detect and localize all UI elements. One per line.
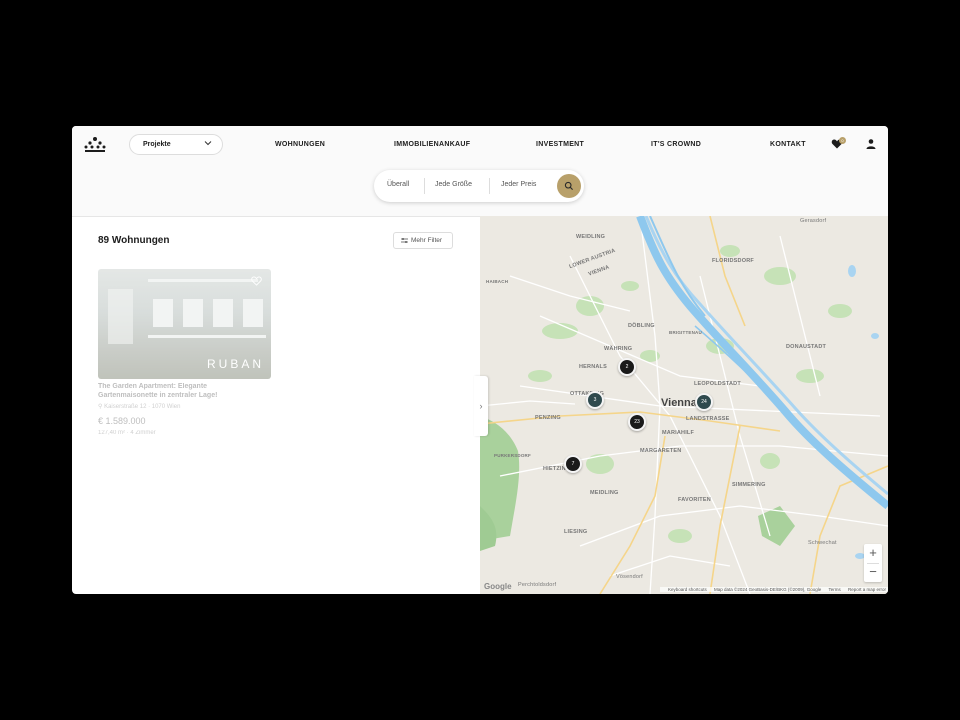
map-label-gerasdorf: Gerasdorf bbox=[800, 218, 827, 224]
nav-kontakt[interactable]: KONTAKT bbox=[770, 141, 806, 148]
results-count: 89 Wohnungen bbox=[98, 235, 170, 246]
size-field[interactable]: Jede Größe bbox=[435, 181, 472, 188]
map-cluster-marker[interactable]: 3 bbox=[586, 391, 604, 409]
search-bar: Überall Jede Größe Jeder Preis bbox=[374, 170, 584, 202]
terms-link[interactable]: Terms bbox=[828, 587, 840, 592]
map-label-hernals: HERNALS bbox=[579, 364, 607, 370]
projects-dropdown[interactable]: Projekte bbox=[129, 134, 223, 155]
zoom-in-button[interactable]: + bbox=[864, 544, 882, 562]
listing-title[interactable]: The Garden Apartment: Elegante Gartenmai… bbox=[98, 382, 258, 400]
map-label-doebling: DÖBLING bbox=[628, 323, 655, 329]
price-field[interactable]: Jeder Preis bbox=[501, 181, 536, 188]
report-map-error-link[interactable]: Report a map error bbox=[848, 587, 886, 592]
collapse-map-button[interactable]: › bbox=[474, 376, 488, 436]
map-label-margareten: MARGARETEN bbox=[640, 448, 682, 454]
listing-address-text: Kaiserstraße 12 · 1070 Wien bbox=[104, 404, 181, 410]
map-label-liesing: LIESING bbox=[564, 529, 588, 535]
projects-dropdown-label: Projekte bbox=[143, 141, 171, 148]
map-cluster-marker[interactable]: 2 bbox=[618, 358, 636, 376]
favorites-count-badge: 0 bbox=[839, 137, 846, 144]
map-label-perchtoldsdorf: Perchtoldsdorf bbox=[518, 582, 557, 588]
google-logo: Google bbox=[484, 582, 512, 591]
more-filters-button[interactable]: Mehr Filter bbox=[393, 232, 453, 249]
location-field[interactable]: Überall bbox=[387, 181, 409, 188]
map-label-floridsdorf: FLORIDSDORF bbox=[712, 258, 754, 264]
map-data-text: Map data ©2024 GeoBasis-DE/BKG (©2009), … bbox=[714, 587, 822, 592]
map-label-donaustadt: DONAUSTADT bbox=[786, 344, 827, 350]
chevron-down-icon bbox=[204, 141, 212, 146]
chevron-right-icon: › bbox=[479, 401, 483, 411]
header: Projekte WOHNUNGEN IMMOBILIENANKAUF INVE… bbox=[72, 126, 888, 217]
map-cluster-marker[interactable]: 7 bbox=[564, 455, 582, 473]
listing-brand-text: RUBAN bbox=[206, 357, 264, 371]
app-window: Projekte WOHNUNGEN IMMOBILIENANKAUF INVE… bbox=[72, 126, 888, 594]
nav-wohnungen[interactable]: WOHNUNGEN bbox=[275, 141, 325, 148]
map-cluster-marker[interactable]: 23 bbox=[628, 413, 646, 431]
map[interactable]: WEIDLING LOWER AUSTRIA VIENNA FLORIDSDOR… bbox=[480, 216, 888, 594]
listing-price: € 1.589.000 bbox=[98, 416, 146, 426]
map-label-purkersdorf: PURKERSDORF bbox=[494, 453, 531, 458]
listing-card[interactable]: RUBAN bbox=[98, 269, 271, 379]
map-label-landstrasse: LANDSTRASSE bbox=[686, 416, 730, 422]
map-label-leopoldstadt: LEOPOLDSTADT bbox=[694, 381, 741, 387]
map-label-schwechat: Schwechat bbox=[808, 540, 837, 546]
divider bbox=[424, 178, 425, 194]
sliders-icon bbox=[401, 238, 408, 243]
search-button[interactable] bbox=[557, 174, 581, 198]
map-label-brigittenau: BRIGITTENAU bbox=[669, 330, 702, 335]
map-cluster-marker[interactable]: 24 bbox=[695, 393, 713, 411]
zoom-out-button[interactable]: − bbox=[864, 563, 882, 581]
search-icon bbox=[564, 181, 573, 190]
user-icon[interactable] bbox=[865, 138, 877, 150]
map-city-label: Vienna bbox=[661, 397, 697, 409]
nav-its-crownd[interactable]: IT'S CROWND bbox=[651, 141, 701, 148]
favorite-heart-icon[interactable] bbox=[251, 276, 262, 286]
map-label-weidling: WEIDLING bbox=[576, 234, 606, 240]
listing-meta: 127,40 m² · 4 Zimmer bbox=[98, 430, 156, 436]
more-filters-label: Mehr Filter bbox=[411, 237, 443, 244]
map-label-haibach: HAIBACH bbox=[486, 279, 509, 284]
map-label-simmering: SIMMERING bbox=[732, 482, 766, 488]
keyboard-shortcuts-link[interactable]: Keyboard shortcuts bbox=[668, 587, 707, 592]
map-label-penzing: PENZING bbox=[535, 415, 561, 421]
map-zoom-controls: + − bbox=[864, 544, 882, 582]
map-label-favoriten: FAVORITEN bbox=[678, 497, 711, 503]
map-label-waehring: WÄHRING bbox=[604, 346, 633, 352]
divider bbox=[489, 178, 490, 194]
map-label-mariahilf: MARIAHILF bbox=[662, 430, 695, 436]
nav-investment[interactable]: INVESTMENT bbox=[536, 141, 584, 148]
nav-immobilienankauf[interactable]: IMMOBILIENANKAUF bbox=[394, 141, 470, 148]
crown-logo-icon[interactable] bbox=[84, 136, 106, 154]
listing-address: ⚲ Kaiserstraße 12 · 1070 Wien bbox=[98, 403, 180, 410]
map-label-voesendorf: Vösendorf bbox=[616, 574, 643, 580]
map-attribution: Keyboard shortcuts Map data ©2024 GeoBas… bbox=[659, 587, 888, 592]
map-label-meidling: MEIDLING bbox=[590, 490, 619, 496]
